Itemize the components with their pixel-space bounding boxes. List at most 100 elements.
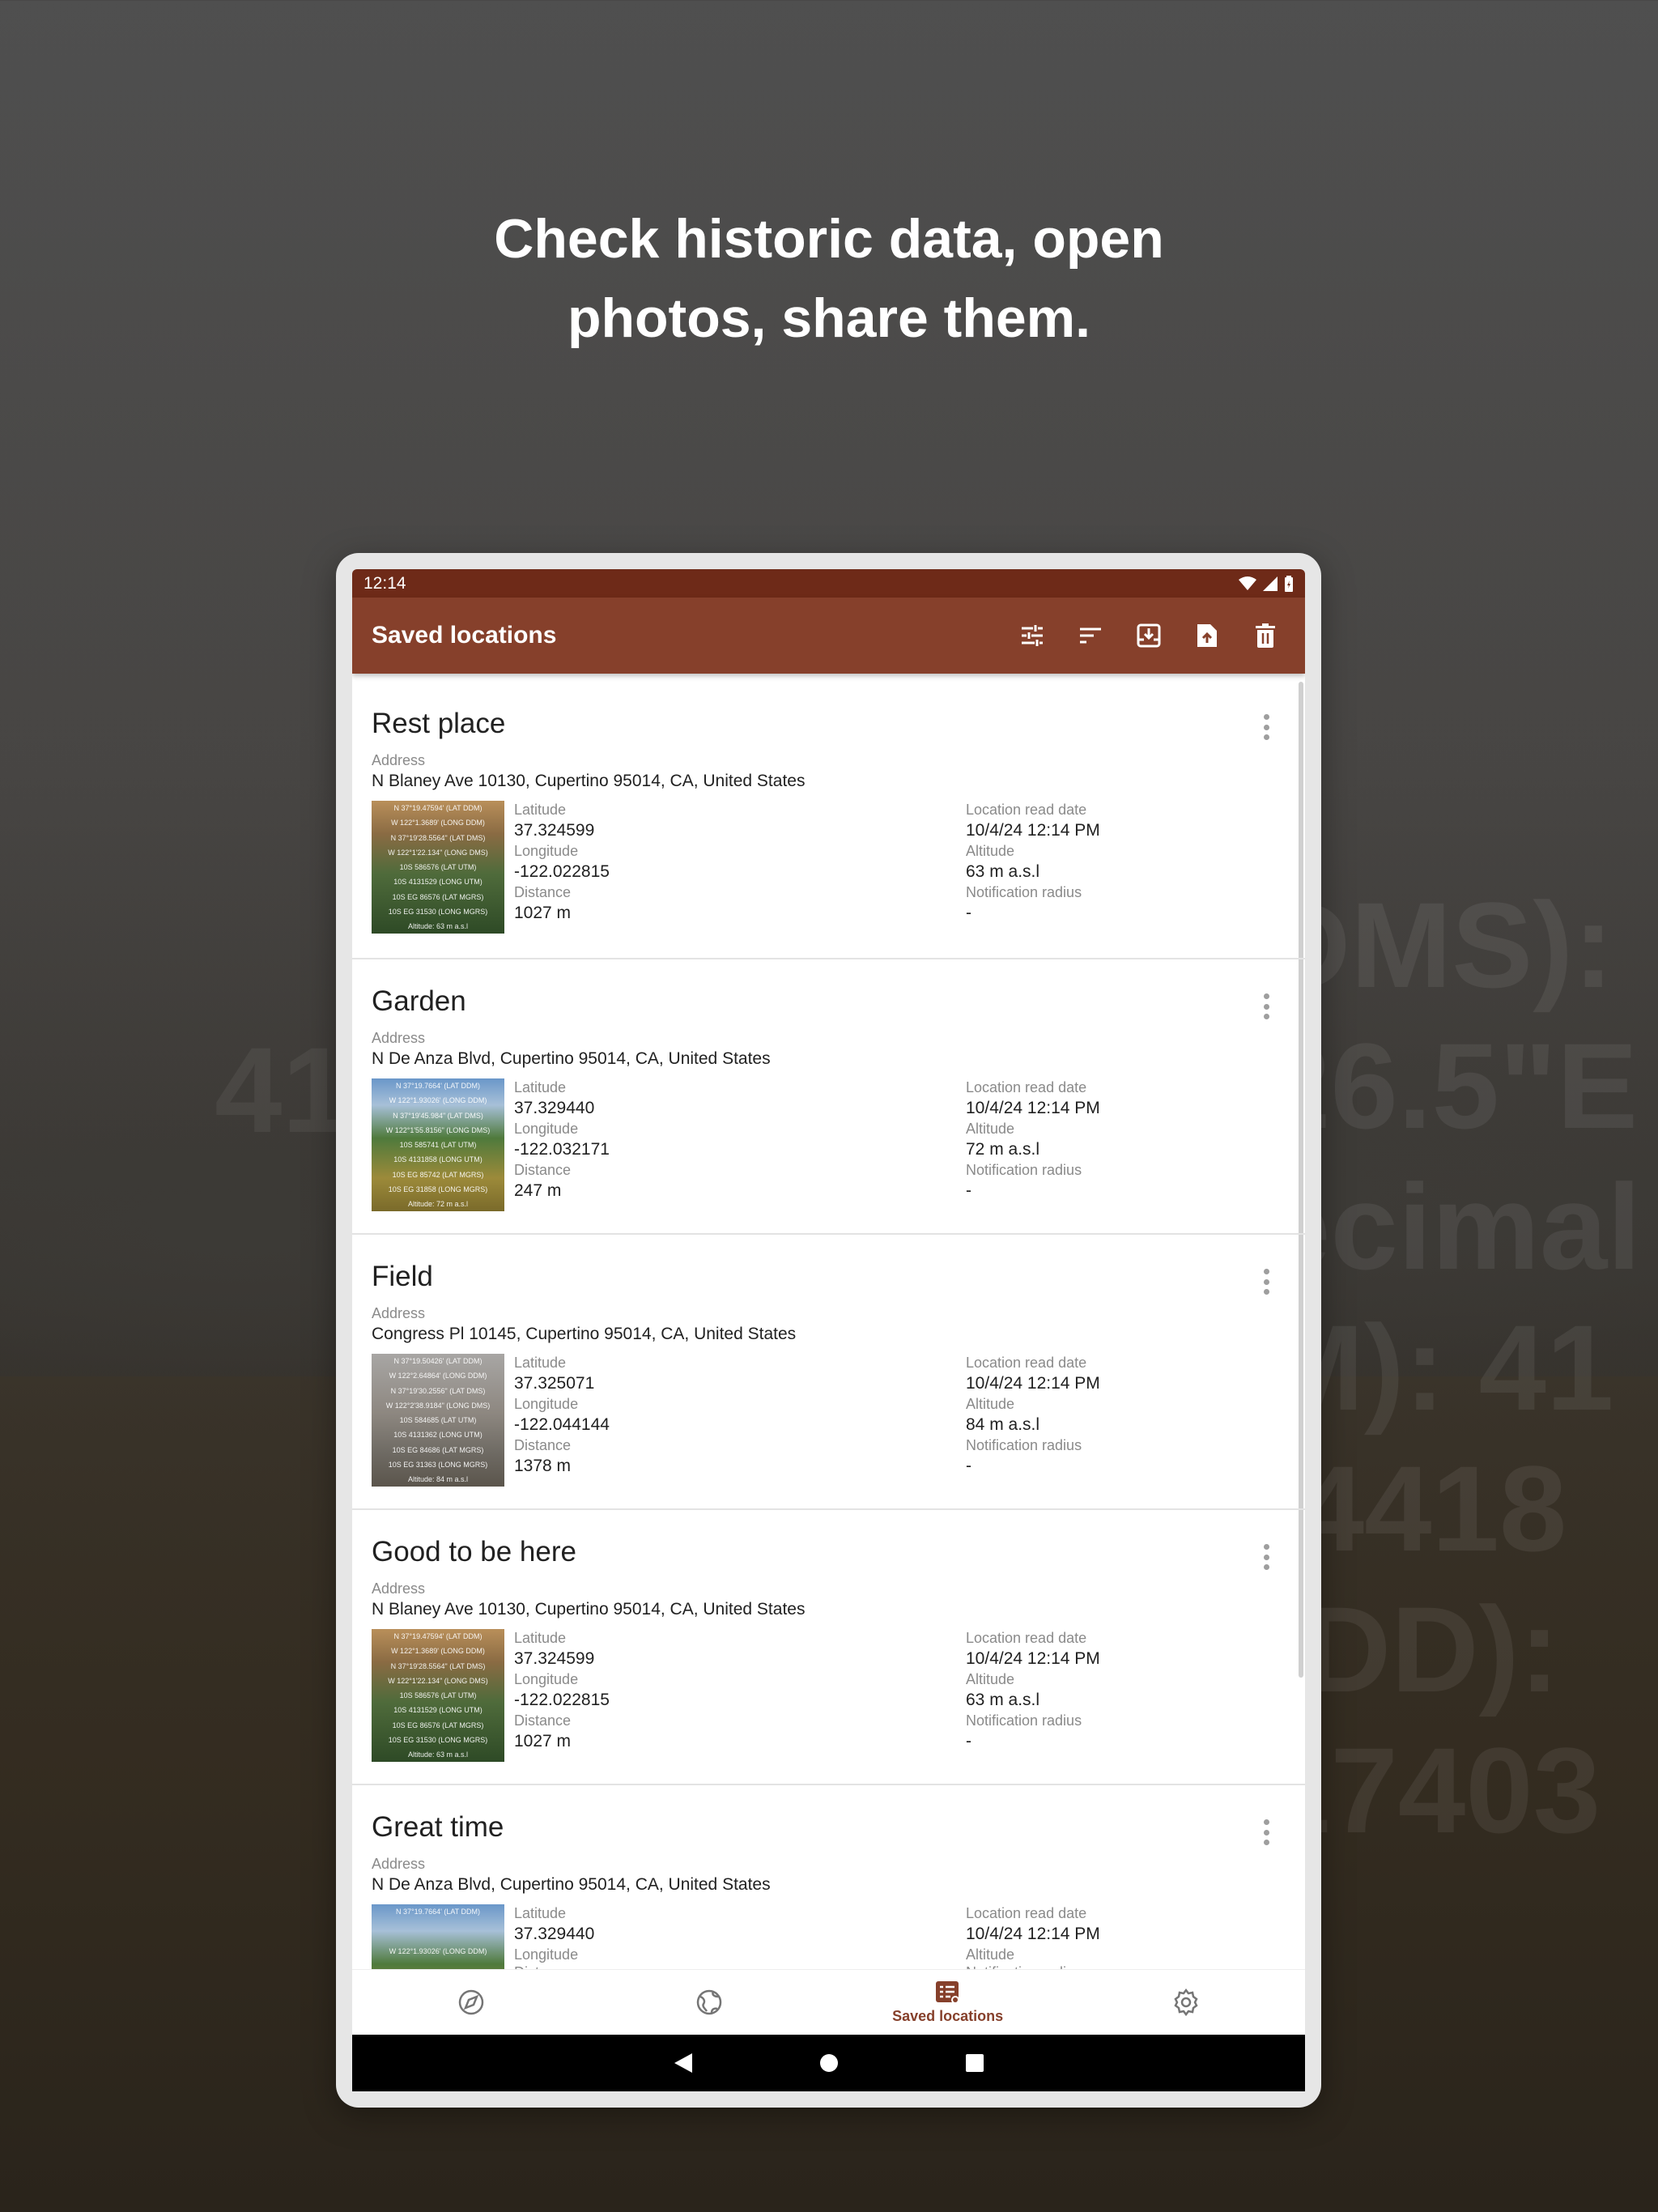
app-screen: 12:14 Saved locations Rest place Address… [352, 569, 1305, 2091]
more-vert-icon [1263, 1819, 1269, 1825]
address-value: N De Anza Blvd, Cupertino 95014, CA, Uni… [372, 1049, 771, 1068]
location-photo-thumbnail[interactable]: N 37°19.7664' (LAT DDM) W 122°1.93026' (L… [372, 1904, 504, 1969]
location-title: Good to be here [372, 1536, 576, 1568]
thumb-coordinate-line: 10S EG 31530 (LONG MGRS) [388, 1735, 488, 1744]
distance-label: Distance [514, 1963, 966, 1969]
read-date-value: 10/4/24 12:14 PM [966, 1374, 1100, 1393]
more-options-button[interactable] [1260, 990, 1273, 1023]
altitude-value: 84 m a.s.l [966, 1415, 1040, 1434]
thumb-coordinate-line: N 37°19'45.984" (LAT DMS) [393, 1111, 483, 1120]
nav-globe[interactable] [590, 1970, 828, 2035]
longitude-value: -122.022815 [514, 862, 610, 881]
status-bar: 12:14 [352, 569, 1305, 598]
address-value: N Blaney Ave 10130, Cupertino 95014, CA,… [372, 1600, 806, 1619]
list-item[interactable]: Rest place Address N Blaney Ave 10130, Cup… [352, 674, 1305, 959]
background-text: DMS): 26.5"E ecimal M): 41 .4418 (DD): 1… [1263, 877, 1641, 1858]
thumb-coordinate-line: 10S 586576 (LAT UTM) [399, 863, 477, 871]
sort-button[interactable] [1077, 622, 1104, 649]
system-home-button[interactable] [817, 2051, 841, 2075]
signal-icon [1263, 576, 1278, 591]
longitude-label: Longitude [514, 1946, 579, 1963]
latitude-label: Latitude [514, 1355, 567, 1371]
nav-saved-locations[interactable]: Saved locations [829, 1970, 1067, 2035]
promo-headline: Check historic data, open photos, share … [0, 199, 1658, 358]
list-item[interactable]: Field Address Congress Pl 10145, Cupertino… [352, 1235, 1305, 1510]
globe-icon [697, 1989, 722, 2015]
saved-locations-list[interactable]: Rest place Address N Blaney Ave 10130, Cup… [352, 674, 1305, 1969]
thumb-coordinate-line: W 122°1'22.134" (LONG DMS) [388, 1676, 488, 1685]
compass-icon [458, 1989, 484, 2015]
longitude-value: -122.032171 [514, 1140, 610, 1159]
address-label: Address [372, 1580, 426, 1597]
system-back-button[interactable] [671, 2051, 695, 2075]
thumb-coordinate-line: W 122°1.93026' (LONG DDM) [389, 1096, 487, 1105]
thumb-coordinate-line: W 122°2.64864' (LONG DDM) [389, 1372, 487, 1380]
distance-label: Distance [514, 1162, 572, 1178]
radius-value: - [966, 1181, 971, 1200]
altitude-value: 72 m a.s.l [966, 1140, 1040, 1159]
thumb-coordinate-line: 10S EG 31530 (LONG MGRS) [388, 907, 488, 916]
list-item[interactable]: Great time Address N De Anza Blvd, Cuperti… [352, 1785, 1305, 1969]
radius-label: Notification radius [966, 1712, 1082, 1729]
location-title: Garden [372, 985, 466, 1017]
thumb-coordinate-line: W 122°1.3689' (LONG DDM) [391, 1647, 485, 1656]
radius-label: Notification radius [966, 1963, 1100, 1969]
nav-settings[interactable] [1067, 1970, 1305, 2035]
location-photo-thumbnail[interactable]: N 37°19.50426' (LAT DDM) W 122°2.64864' (… [372, 1354, 504, 1487]
thumb-coordinate-line: 10S EG 31363 (LONG MGRS) [388, 1460, 488, 1469]
app-bar-actions [1018, 622, 1294, 649]
thumb-coordinate-line: 10S EG 31858 (LONG MGRS) [388, 1185, 488, 1193]
thumb-coordinate-line: Altitude: 72 m a.s.l [407, 1200, 469, 1208]
more-options-button[interactable] [1260, 1816, 1273, 1848]
distance-label: Distance [514, 1712, 572, 1729]
location-title: Field [372, 1261, 433, 1292]
import-button[interactable] [1135, 622, 1163, 649]
thumb-coordinate-line: Altitude: 63 m a.s.l [407, 1750, 469, 1759]
location-photo-thumbnail[interactable]: N 37°19.47594' (LAT DDM) W 122°1.3689' (L… [372, 1629, 504, 1762]
thumb-coordinate-line: W 122°1'55.8156" (LONG DMS) [385, 1125, 491, 1134]
latitude-label: Latitude [514, 1079, 567, 1095]
nav-saved-locations-label: Saved locations [892, 2007, 1004, 2024]
thumb-coordinate-line: N 37°19.47594' (LAT DDM) [393, 1632, 483, 1640]
thumb-coordinate-line: N 37°19.47594' (LAT DDM) [393, 804, 483, 812]
thumb-coordinate-line: 10S 4131529 (LONG UTM) [393, 1706, 483, 1715]
longitude-value: -122.022815 [514, 1691, 610, 1709]
latitude-value: 37.324599 [514, 821, 595, 840]
latitude-value: 37.324599 [514, 1649, 595, 1668]
delete-button[interactable] [1252, 622, 1279, 649]
import-icon [1137, 623, 1161, 648]
altitude-label: Altitude [966, 1671, 1015, 1687]
thumb-coordinate-line: 10S EG 86576 (LAT MGRS) [392, 1721, 484, 1729]
more-options-button[interactable] [1260, 1541, 1273, 1573]
distance-label: Distance [514, 884, 572, 900]
system-navigation-bar [352, 2035, 1305, 2091]
nav-compass[interactable] [352, 1970, 590, 2035]
list-item[interactable]: Good to be here Address N Blaney Ave 10130… [352, 1510, 1305, 1785]
list-item[interactable]: Garden Address N De Anza Blvd, Cupertino 9… [352, 959, 1305, 1235]
thumb-coordinate-line: Altitude: 63 m a.s.l [407, 922, 469, 930]
thumb-coordinate-line: 10S EG 86576 (LAT MGRS) [392, 892, 484, 901]
read-date-label: Location read date [966, 1630, 1087, 1646]
thumb-coordinate-line: 10S EG 84686 (LAT MGRS) [392, 1445, 484, 1454]
export-button[interactable] [1193, 622, 1221, 649]
more-options-button[interactable] [1260, 711, 1273, 743]
radius-value: - [966, 904, 971, 922]
thumb-coordinate-line: 10S 4131362 (LONG UTM) [393, 1431, 483, 1440]
filter-button[interactable] [1018, 622, 1046, 649]
address-label: Address [372, 1030, 426, 1046]
recents-square-icon [965, 2054, 984, 2072]
app-bar: Saved locations [352, 598, 1305, 674]
headline-line-2: photos, share them. [567, 287, 1091, 349]
altitude-value: 63 m a.s.l [966, 862, 1040, 881]
latitude-value: 37.329440 [514, 1925, 595, 1943]
location-photo-thumbnail[interactable]: N 37°19.47594' (LAT DDM) W 122°1.3689' (L… [372, 801, 504, 934]
tablet-frame: 12:14 Saved locations Rest place Address… [336, 553, 1321, 2108]
more-options-button[interactable] [1260, 1266, 1273, 1298]
thumb-coordinate-line: W 122°1'22.134" (LONG DMS) [388, 848, 488, 857]
thumb-coordinate-line: N 37°19'28.5564" (LAT DMS) [390, 1661, 486, 1670]
read-date-value: 10/4/24 12:14 PM [966, 1649, 1100, 1668]
altitude-label: Altitude [966, 1946, 1015, 1963]
radius-value: - [966, 1457, 971, 1475]
location-photo-thumbnail[interactable]: N 37°19.7664' (LAT DDM) W 122°1.93026' (L… [372, 1078, 504, 1211]
system-recents-button[interactable] [963, 2051, 987, 2075]
